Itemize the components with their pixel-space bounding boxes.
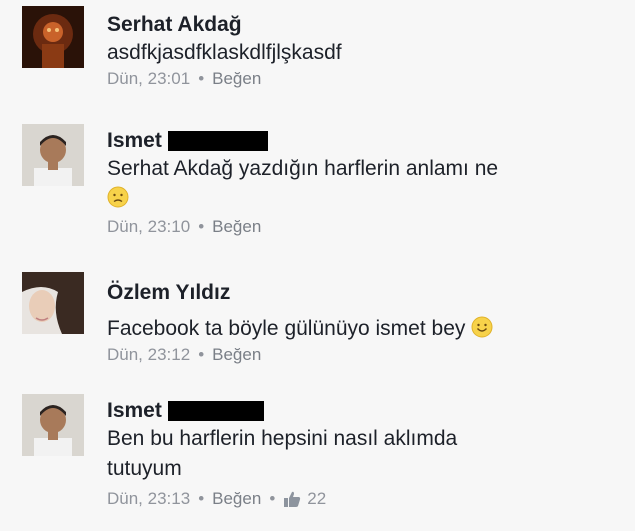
avatar[interactable]	[22, 272, 84, 334]
comment-timestamp[interactable]: Dün, 23:12	[107, 344, 190, 366]
separator-dot: •	[198, 489, 205, 508]
comment-meta: Dün, 23:13 • Beğen • 22	[107, 488, 615, 510]
comment-author[interactable]: Serhat Akdağ	[107, 12, 615, 38]
like-button[interactable]: Beğen	[212, 488, 261, 510]
comment-text: asdfkjasdfklaskdlfjlşkasdf	[107, 41, 342, 64]
comment-timestamp[interactable]: Dün, 23:01	[107, 68, 190, 90]
redaction-bar	[167, 401, 264, 421]
comment-author[interactable]: Ismet	[107, 128, 615, 154]
comment-text: Facebook ta böyle gülünüyo ismet bey	[107, 314, 615, 344]
smile-emoji	[471, 316, 493, 338]
sad-face-emoji	[107, 186, 129, 208]
separator-dot: •	[198, 345, 205, 364]
redaction-bar	[167, 131, 268, 151]
separator-dot: •	[198, 217, 205, 236]
avatar[interactable]	[22, 124, 84, 186]
thumbs-up-icon[interactable]	[283, 490, 301, 508]
reaction-count[interactable]: 22	[307, 488, 326, 510]
comment-meta: Dün, 23:01 • Beğen	[107, 68, 615, 90]
like-button[interactable]: Beğen	[212, 68, 261, 90]
comment-author[interactable]: Özlem Yıldız	[107, 280, 615, 306]
comment-timestamp[interactable]: Dün, 23:10	[107, 216, 190, 238]
comment-text: Serhat Akdağ yazdığın harflerin anlamı n…	[107, 157, 499, 180]
comment-meta: Dün, 23:10 • Beğen	[107, 216, 615, 238]
separator-dot: •	[198, 69, 205, 88]
comment-meta: Dün, 23:12 • Beğen	[107, 344, 615, 366]
comment-text: Ben bu harflerin hepsini nasıl aklımda t…	[107, 427, 458, 480]
avatar[interactable]	[22, 6, 84, 68]
like-button[interactable]: Beğen	[212, 344, 261, 366]
comment-author[interactable]: Ismet	[107, 398, 615, 424]
like-button[interactable]: Beğen	[212, 216, 261, 238]
separator-dot: •	[269, 489, 276, 508]
comment-timestamp[interactable]: Dün, 23:13	[107, 488, 190, 510]
avatar[interactable]	[22, 394, 84, 456]
